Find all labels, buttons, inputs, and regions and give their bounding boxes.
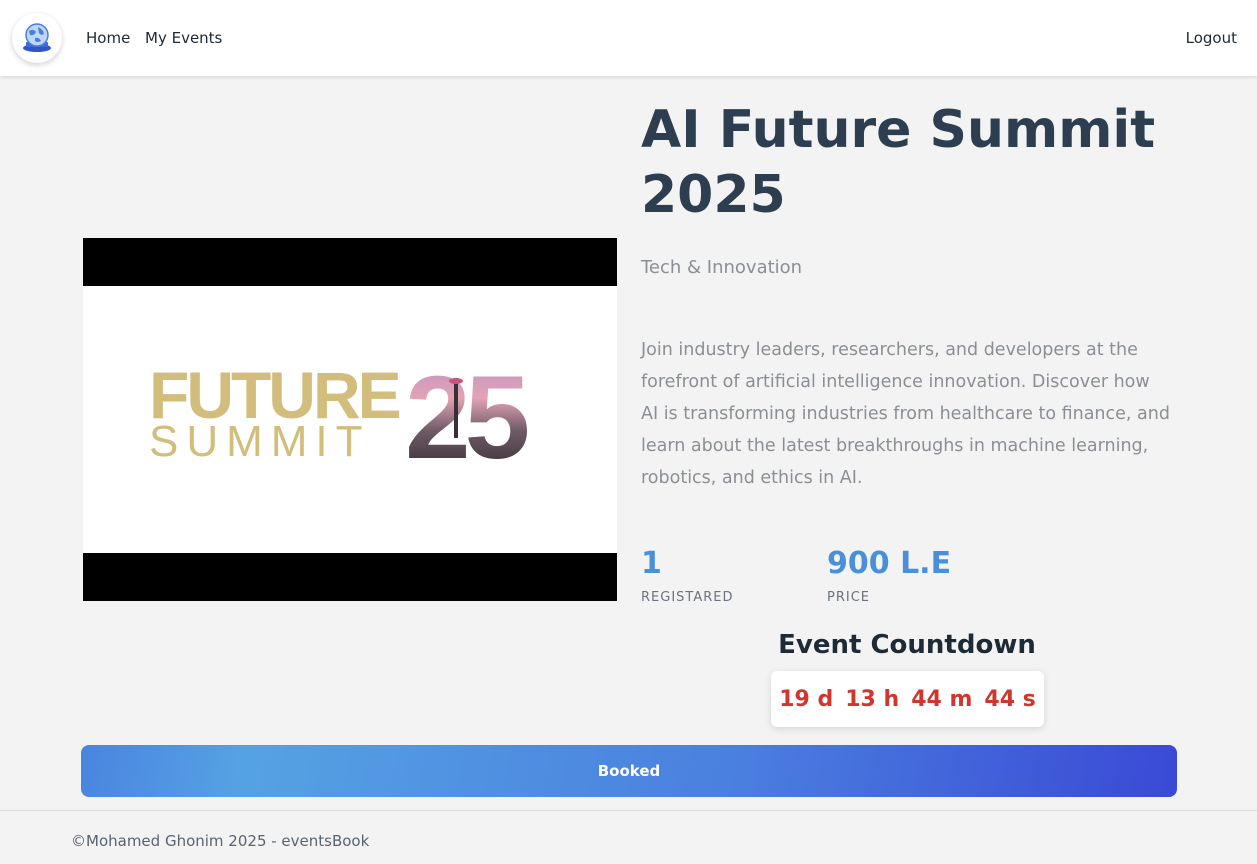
logo-25-text: 25 <box>405 352 528 484</box>
countdown-seconds: 44 s <box>984 686 1036 712</box>
app-logo[interactable] <box>12 13 62 63</box>
price-label: PRICE <box>827 590 870 605</box>
event-description: Join industry leaders, researchers, and … <box>641 340 1170 488</box>
registered-count: 1 <box>641 546 662 581</box>
logo-summit-text: SUMMIT <box>149 417 371 466</box>
countdown-hours: 13 h <box>845 686 900 712</box>
nav-my-events-link[interactable]: My Events <box>145 28 222 48</box>
nav-home-link[interactable]: Home <box>86 28 130 48</box>
booked-button[interactable]: Booked <box>81 745 1177 797</box>
future-summit-logo: FUTURE SUMMIT 25 <box>149 352 534 484</box>
event-category: Tech & Innovation <box>641 257 803 278</box>
countdown-title: Event Countdown <box>778 630 1036 660</box>
nav-logout-link[interactable]: Logout <box>1186 28 1237 48</box>
registered-label: REGISTARED <box>641 590 734 605</box>
navbar: Home My Events Logout <box>0 0 1257 76</box>
event-image-content: FUTURE SUMMIT 25 <box>83 286 617 553</box>
globe-laptop-icon <box>23 23 51 52</box>
countdown-days: 19 d <box>779 686 834 712</box>
footer-text: ©Mohamed Ghonim 2025 - eventsBook <box>71 832 370 850</box>
event-image: FUTURE SUMMIT 25 <box>83 238 617 601</box>
countdown-minutes: 44 m <box>911 686 973 712</box>
event-title: AI Future Summit 2025 <box>641 100 1156 225</box>
countdown-timer: 19 d 13 h 44 m 44 s <box>771 671 1044 727</box>
event-price: 900 L.E <box>827 546 952 581</box>
footer-divider <box>0 810 1257 811</box>
